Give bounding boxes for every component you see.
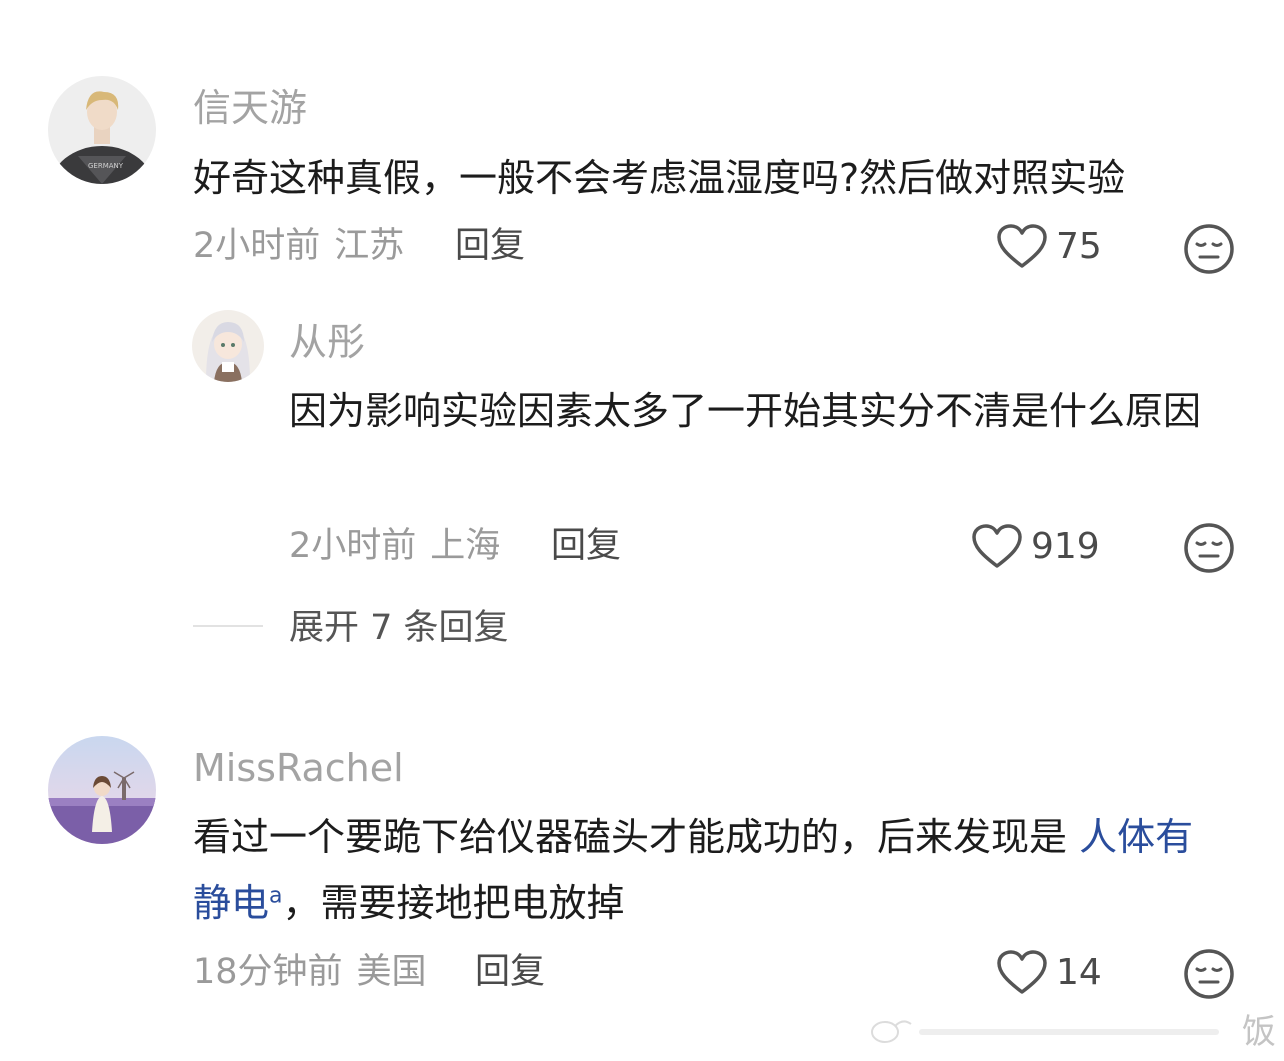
comment-time: 18分钟前: [193, 952, 343, 992]
comment-text-after: ，需要接地把电放掉: [282, 881, 625, 925]
dislike-button[interactable]: [1183, 223, 1235, 275]
watermark: 饭: [865, 1012, 1284, 1052]
username[interactable]: 信天游: [193, 86, 307, 130]
avatar[interactable]: GERMANY: [48, 76, 156, 184]
comment-location: 美国: [356, 952, 427, 992]
search-icon: 𝖺: [269, 883, 283, 909]
dislike-button[interactable]: [1183, 948, 1235, 1000]
heart-icon: [972, 524, 1022, 568]
comment-text: 好奇这种真假，一般不会考虑温湿度吗?然后做对照实验: [193, 156, 1126, 200]
comment-page: GERMANY 信天游 好奇这种真假，一般不会考虑温湿度吗?然后做对照实验 2小…: [0, 0, 1284, 1061]
person-jacket-avatar-icon: GERMANY: [48, 76, 156, 184]
expressionless-face-icon: [1184, 523, 1234, 573]
comment-meta: 2小时前 江苏: [193, 224, 404, 268]
lavender-field-avatar-icon: [48, 736, 156, 844]
expand-replies-button[interactable]: 展开 7 条回复: [289, 606, 509, 650]
reply-text: 因为影响实验因素太多了一开始其实分不清是什么原因: [289, 389, 1202, 433]
like-button[interactable]: 919: [971, 524, 1100, 570]
like-count: 75: [1056, 226, 1102, 267]
like-button[interactable]: 14: [996, 950, 1102, 996]
comment-meta: 18分钟前 美国: [193, 950, 427, 994]
heart-icon: [997, 950, 1047, 994]
like-count: 14: [1056, 952, 1102, 993]
like-button[interactable]: 75: [996, 224, 1102, 270]
expressionless-face-icon: [1184, 224, 1234, 274]
reply-button[interactable]: 回复: [455, 224, 525, 268]
comment-text: 看过一个要跪下给仪器磕头才能成功的，后来发现是 人体有静电𝖺，需要接地把电放掉: [193, 804, 1223, 936]
watermark-logo-icon: [871, 1020, 1219, 1043]
reply-time: 2小时前: [289, 526, 417, 566]
reply-button[interactable]: 回复: [475, 950, 545, 994]
avatar[interactable]: [48, 736, 156, 844]
heart-icon: [997, 224, 1047, 268]
expand-divider: [193, 625, 263, 627]
reply-button[interactable]: 回复: [551, 524, 621, 568]
svg-text:GERMANY: GERMANY: [88, 162, 124, 170]
avatar[interactable]: [192, 310, 264, 382]
watermark-text: 饭: [1242, 1012, 1276, 1052]
comment-location: 江苏: [334, 226, 405, 266]
comment-time: 2小时前: [193, 226, 321, 266]
comment-text-before: 看过一个要跪下给仪器磕头才能成功的，后来发现是: [193, 815, 1080, 859]
expressionless-face-icon: [1184, 949, 1234, 999]
reply-location: 上海: [430, 526, 501, 566]
username[interactable]: 从彤: [289, 320, 365, 364]
anime-girl-avatar-icon: [192, 310, 264, 382]
dislike-button[interactable]: [1183, 522, 1235, 574]
like-count: 919: [1031, 526, 1100, 567]
reply-meta: 2小时前 上海: [289, 524, 500, 568]
username[interactable]: MissRachel: [193, 746, 404, 790]
